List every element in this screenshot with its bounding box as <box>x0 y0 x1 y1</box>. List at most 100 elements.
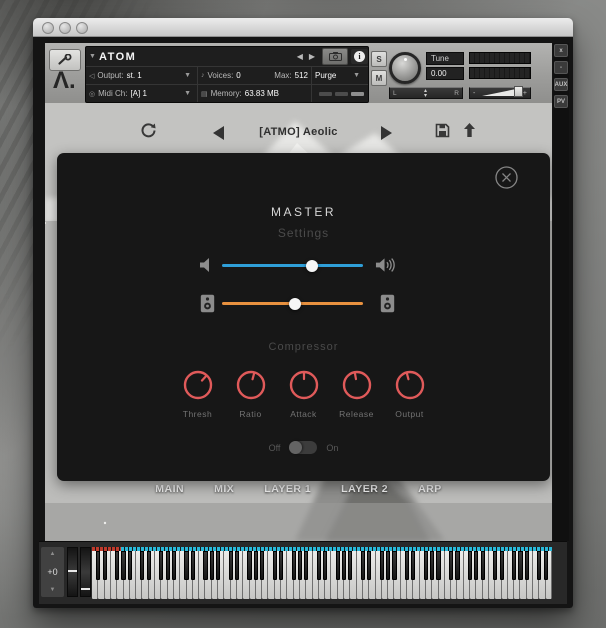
piano-black-key[interactable] <box>127 551 132 580</box>
purge-dropdown-icon[interactable]: ▼ <box>353 72 360 79</box>
piano-black-key[interactable] <box>165 551 170 580</box>
tune-value[interactable]: 0.00 <box>426 67 464 80</box>
attack-knob[interactable]: Attack <box>288 369 320 419</box>
piano-black-key[interactable] <box>404 551 410 580</box>
mute-button[interactable]: M <box>371 70 387 86</box>
tab-arp[interactable]: ARP <box>418 483 442 495</box>
piano-black-key[interactable] <box>159 551 164 580</box>
piano-black-key[interactable] <box>209 551 214 580</box>
piano-black-key[interactable] <box>348 551 353 580</box>
window-close-button[interactable] <box>42 22 54 34</box>
tab-layer2[interactable]: LAYER 2 <box>341 483 388 495</box>
piano-black-key[interactable] <box>140 551 145 580</box>
piano-black-key[interactable] <box>411 551 416 580</box>
release-knob[interactable]: Release <box>339 369 373 419</box>
window-titlebar[interactable] <box>33 18 573 37</box>
piano-black-key[interactable] <box>121 551 126 580</box>
piano-black-key[interactable] <box>291 551 296 580</box>
pitch-wheel[interactable] <box>67 547 78 597</box>
piano-black-key[interactable] <box>524 551 529 580</box>
piano-black-key[interactable] <box>386 551 391 580</box>
piano-black-key[interactable] <box>335 551 340 580</box>
width-slider-thumb[interactable] <box>289 297 302 310</box>
piano-black-key[interactable] <box>102 551 107 580</box>
piano-black-key[interactable] <box>272 551 277 580</box>
piano-black-key[interactable] <box>115 551 120 580</box>
piano-black-key[interactable] <box>449 551 454 580</box>
piano-black-key[interactable] <box>430 551 435 580</box>
pan-slider[interactable]: L R <box>389 87 463 99</box>
midi-value[interactable]: [A] 1 <box>130 89 146 98</box>
volume-slider[interactable] <box>222 259 363 272</box>
transpose-down-icon[interactable]: ▼ <box>50 587 56 593</box>
save-icon[interactable] <box>435 123 450 138</box>
piano-black-key[interactable] <box>512 551 517 580</box>
prev-instrument-icon[interactable]: ◀ <box>294 52 306 61</box>
piano-black-key[interactable] <box>323 551 328 580</box>
chevron-down-icon[interactable]: ▼ <box>89 53 96 60</box>
pv-button[interactable]: PV <box>554 95 568 108</box>
next-preset-icon[interactable] <box>381 126 392 140</box>
volume-slider-thumb[interactable] <box>306 259 319 272</box>
width-slider[interactable] <box>222 297 363 310</box>
purge-label[interactable]: Purge <box>315 71 336 80</box>
close-panel-button[interactable] <box>495 166 518 189</box>
mod-wheel[interactable] <box>80 547 91 597</box>
thresh-knob[interactable]: Thresh <box>182 369 214 419</box>
next-instrument-icon[interactable]: ▶ <box>306 52 318 61</box>
volume-plus-label[interactable]: + <box>523 90 527 97</box>
piano-black-key[interactable] <box>247 551 252 580</box>
max-value[interactable]: 512 <box>295 71 308 80</box>
piano-black-key[interactable] <box>468 551 473 580</box>
export-icon[interactable] <box>463 123 476 138</box>
piano-black-key[interactable] <box>474 551 479 580</box>
compressor-toggle-knob[interactable] <box>289 441 303 454</box>
tab-mix[interactable]: MIX <box>214 483 234 495</box>
piano-black-key[interactable] <box>146 551 151 580</box>
piano-black-key[interactable] <box>96 551 101 580</box>
piano-black-key[interactable] <box>253 551 258 580</box>
ratio-knob[interactable]: Ratio <box>235 369 267 419</box>
piano-black-key[interactable] <box>392 551 397 580</box>
piano-black-key[interactable] <box>278 551 284 580</box>
volume-fader[interactable]: - + <box>469 86 531 99</box>
solo-button[interactable]: S <box>371 51 387 67</box>
tab-layer1[interactable]: LAYER 1 <box>264 483 311 495</box>
snapshot-button[interactable] <box>322 48 348 65</box>
piano-black-key[interactable] <box>436 551 441 580</box>
piano-black-key[interactable] <box>190 551 195 580</box>
minimize-instrument-button[interactable]: - <box>554 61 568 74</box>
output-dropdown-icon[interactable]: ▼ <box>184 72 191 79</box>
piano-black-key[interactable] <box>171 551 176 580</box>
piano-black-key[interactable] <box>493 551 498 580</box>
piano-black-key[interactable] <box>215 551 221 580</box>
volume-fader-handle[interactable] <box>514 86 523 97</box>
piano-black-key[interactable] <box>455 551 460 580</box>
volume-minus-label[interactable]: - <box>473 90 475 97</box>
transpose-value[interactable]: +0 <box>47 567 57 577</box>
compressor-toggle[interactable] <box>289 441 318 454</box>
piano-black-key[interactable] <box>360 551 366 580</box>
piano-black-key[interactable] <box>316 551 321 580</box>
piano-black-key[interactable] <box>367 551 372 580</box>
aux-button[interactable]: AUX <box>554 78 568 91</box>
piano-black-key[interactable] <box>423 551 429 580</box>
remove-instrument-button[interactable]: x <box>554 44 568 57</box>
info-button[interactable]: i <box>351 49 368 64</box>
piano-black-key[interactable] <box>499 551 504 580</box>
tune-knob[interactable] <box>389 52 421 84</box>
output-knob[interactable]: Output <box>394 369 426 419</box>
piano-black-key[interactable] <box>234 551 239 580</box>
output-value[interactable]: st. 1 <box>127 71 142 80</box>
piano-black-key[interactable] <box>184 551 189 580</box>
piano-black-key[interactable] <box>297 551 303 580</box>
piano-black-key[interactable] <box>480 551 485 580</box>
window-zoom-button[interactable] <box>76 22 88 34</box>
transpose-up-icon[interactable]: ▲ <box>50 551 56 557</box>
piano-black-key[interactable] <box>341 551 347 580</box>
window-minimize-button[interactable] <box>59 22 71 34</box>
piano-black-key[interactable] <box>537 551 542 580</box>
piano-black-key[interactable] <box>518 551 523 580</box>
piano-black-key[interactable] <box>228 551 233 580</box>
midi-dropdown-icon[interactable]: ▼ <box>184 90 191 97</box>
